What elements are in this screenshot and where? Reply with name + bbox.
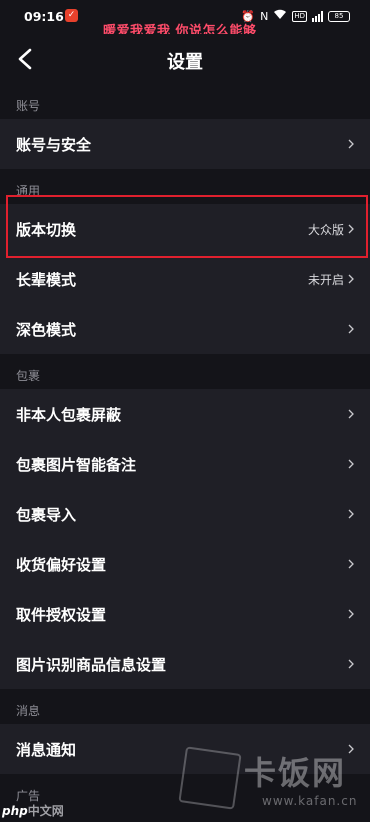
chevron-right-icon: [348, 409, 354, 419]
kafan-logo-icon: [178, 746, 242, 810]
setting-item-label: 消息通知: [16, 740, 77, 759]
hd-icon: HD: [292, 11, 307, 22]
nfc-icon: N: [260, 9, 269, 23]
section-header-messages: 消息: [0, 689, 370, 724]
chevron-right-icon: [348, 274, 354, 284]
setting-item-label: 取件授权设置: [16, 605, 107, 624]
status-bar: 09:16 ✓ 暖爱我爱我 你说怎么能够 ⏰ N HD 85: [0, 0, 370, 39]
kafan-watermark-name: 卡饭网: [244, 754, 347, 792]
setting-item-delivery-preferences[interactable]: 收货偏好设置: [0, 539, 370, 589]
signal-icon: [312, 11, 323, 22]
chevron-right-icon: [348, 324, 354, 334]
section-header-package: 包裹: [0, 354, 370, 389]
setting-item-package-image-notes[interactable]: 包裹图片智能备注: [0, 439, 370, 489]
setting-item-label: 收货偏好设置: [16, 555, 107, 574]
settings-list: 账号 账号与安全 通用 版本切换 大众版 长辈模式 未开启 深色模式 包裹 非本…: [0, 84, 370, 809]
php-watermark-prefix: php: [2, 804, 28, 818]
nav-bar: 设置: [0, 34, 370, 84]
status-icons: ⏰ N HD 85: [241, 9, 350, 24]
chevron-right-icon: [348, 609, 354, 619]
chevron-right-icon: [348, 559, 354, 569]
setting-item-label: 长辈模式: [16, 270, 77, 289]
setting-item-label: 图片识别商品信息设置: [16, 655, 167, 674]
chevron-right-icon: [348, 139, 354, 149]
section-header-account: 账号: [0, 84, 370, 119]
setting-item-pickup-authorization[interactable]: 取件授权设置: [0, 589, 370, 639]
page-title: 设置: [167, 52, 203, 73]
setting-item-label: 账号与安全: [16, 135, 92, 154]
setting-item-elder-mode[interactable]: 长辈模式 未开启: [0, 254, 370, 304]
kafan-watermark-url: www.kafan.cn: [262, 794, 358, 808]
alarm-icon: ⏰: [241, 9, 256, 23]
status-time: 09:16: [24, 9, 64, 24]
setting-item-label: 版本切换: [16, 220, 77, 239]
php-watermark-suffix: 中文网: [27, 804, 64, 818]
chevron-right-icon: [348, 509, 354, 519]
chevron-right-icon: [348, 659, 354, 669]
wifi-icon: [273, 9, 287, 24]
setting-item-label: 深色模式: [16, 320, 77, 339]
setting-item-value: 大众版: [307, 222, 344, 237]
kafan-watermark: 卡饭网 www.kafan.cn: [178, 746, 370, 822]
section-header-general: 通用: [0, 169, 370, 204]
setting-item-version-switch[interactable]: 版本切换 大众版: [0, 204, 370, 254]
chevron-right-icon: [348, 459, 354, 469]
setting-item-block-others-packages[interactable]: 非本人包裹屏蔽: [0, 389, 370, 439]
setting-item-account-security[interactable]: 账号与安全: [0, 119, 370, 169]
setting-item-label: 包裹导入: [16, 505, 77, 524]
setting-item-package-import[interactable]: 包裹导入: [0, 489, 370, 539]
app-notification-icon: ✓: [65, 9, 78, 22]
setting-item-label: 包裹图片智能备注: [16, 455, 137, 474]
setting-item-dark-mode[interactable]: 深色模式: [0, 304, 370, 354]
setting-item-value: 未开启: [307, 272, 344, 287]
setting-item-label: 非本人包裹屏蔽: [16, 405, 122, 424]
setting-item-image-product-recognition[interactable]: 图片识别商品信息设置: [0, 639, 370, 689]
php-watermark: php中文网: [2, 802, 64, 819]
battery-icon: 85: [328, 11, 350, 22]
chevron-right-icon: [348, 224, 354, 234]
